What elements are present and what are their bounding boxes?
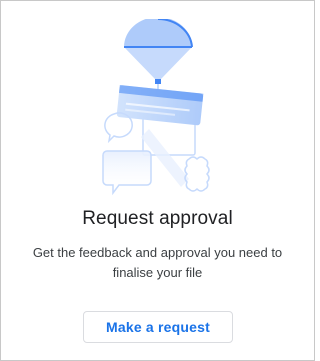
approval-balloon-illustration-icon — [102, 19, 210, 196]
page-title: Request approval — [82, 208, 233, 229]
description-text: Get the feedback and approval you need t… — [32, 245, 283, 280]
make-request-button[interactable]: Make a request — [83, 311, 233, 343]
request-approval-panel: Request approval Get the feedback and ap… — [0, 0, 315, 361]
